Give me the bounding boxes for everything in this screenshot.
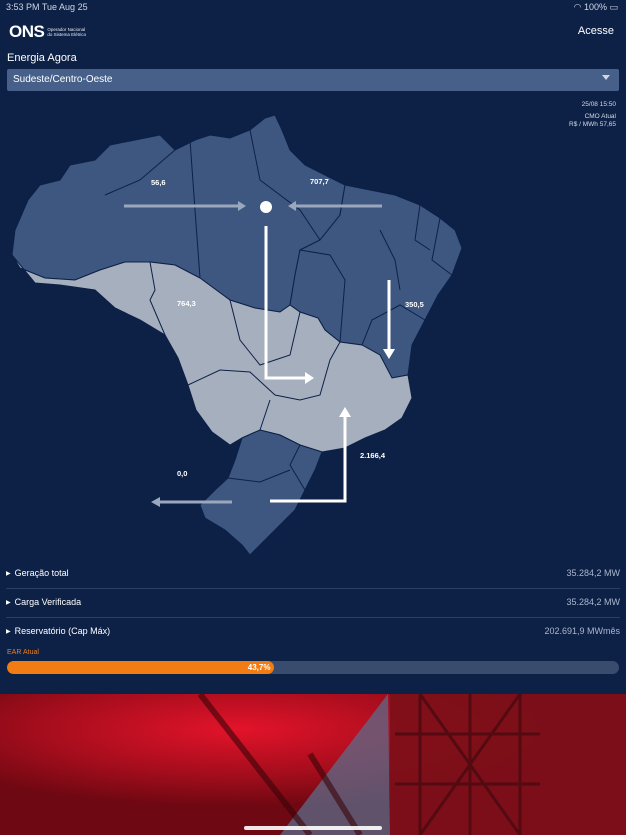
ons-logo: ONS Operador Nacional do Sistema Elétric… [9,22,87,42]
stat-value: 35.284,2 MW [566,568,620,578]
login-button[interactable]: Acesse [578,25,614,37]
stat-value: 202.691,9 MWmês [544,626,620,636]
brazil-map: 56,6 707,7 764,3 350,5 2.166,4 0,0 [11,114,463,556]
expand-icon: ▶ [6,629,11,635]
date-text: Tue Aug 25 [41,2,88,12]
status-right: ◠ 100% ▭ [574,2,618,13]
stat-row-geracao[interactable]: ▶ Geração total 35.284,2 MW [6,560,620,589]
region-select-value: Sudeste/Centro-Oeste [13,74,113,85]
wifi-icon: ◠ [573,2,582,12]
status-time: 3:53 PM Tue Aug 25 [6,2,88,12]
time-text: 3:53 PM [6,2,40,12]
expand-icon: ▶ [6,571,11,577]
region-select[interactable]: Sudeste/Centro-Oeste [7,69,619,91]
stat-row-reservatorio[interactable]: ▶ Reservatório (Cap Máx) 202.691,9 MWmês [6,618,620,646]
flow-label-north-west: 56,6 [151,178,166,187]
stat-label-text: Carga Verificada [14,597,82,607]
top-bar: ONS Operador Nacional do Sistema Elétric… [0,16,626,46]
expand-icon: ▶ [6,600,11,606]
section-title: Energia Agora [7,52,77,64]
ear-progress-bar: 43,7% [7,661,619,674]
ear-progress-fill: 43,7% [7,661,275,674]
flow-label-south: 2.166,4 [360,451,386,460]
banner-art [0,694,626,835]
hub-node [260,201,272,213]
ear-label: EAR Atual [7,649,39,656]
stat-label-text: Reservatório (Cap Máx) [14,626,111,636]
caret-down-icon [602,75,610,80]
ear-percent: 43,7% [247,663,271,672]
flow-label-north-east: 707,7 [310,177,329,186]
stat-label-text: Geração total [14,568,69,578]
stat-label: ▶ Carga Verificada [6,597,81,607]
home-indicator [244,826,382,830]
banner-image [0,694,626,835]
stat-label: ▶ Geração total [6,568,69,578]
logo-mark: ONS [9,22,45,41]
region-south[interactable] [199,429,323,556]
stat-row-carga[interactable]: ▶ Carga Verificada 35.284,2 MW [6,589,620,618]
flow-label-northeast: 350,5 [405,300,424,309]
flow-label-southwest: 0,0 [177,469,187,478]
stat-value: 35.284,2 MW [566,597,620,607]
battery-text: 100% [583,2,607,12]
status-bar: 3:53 PM Tue Aug 25 ◠ 100% ▭ [0,0,626,14]
stat-label: ▶ Reservatório (Cap Máx) [6,626,110,636]
flow-label-center-west: 764,3 [177,299,196,308]
battery-icon: ▭ [609,2,618,12]
logo-text: Operador Nacional do Sistema Elétrico [47,27,87,37]
